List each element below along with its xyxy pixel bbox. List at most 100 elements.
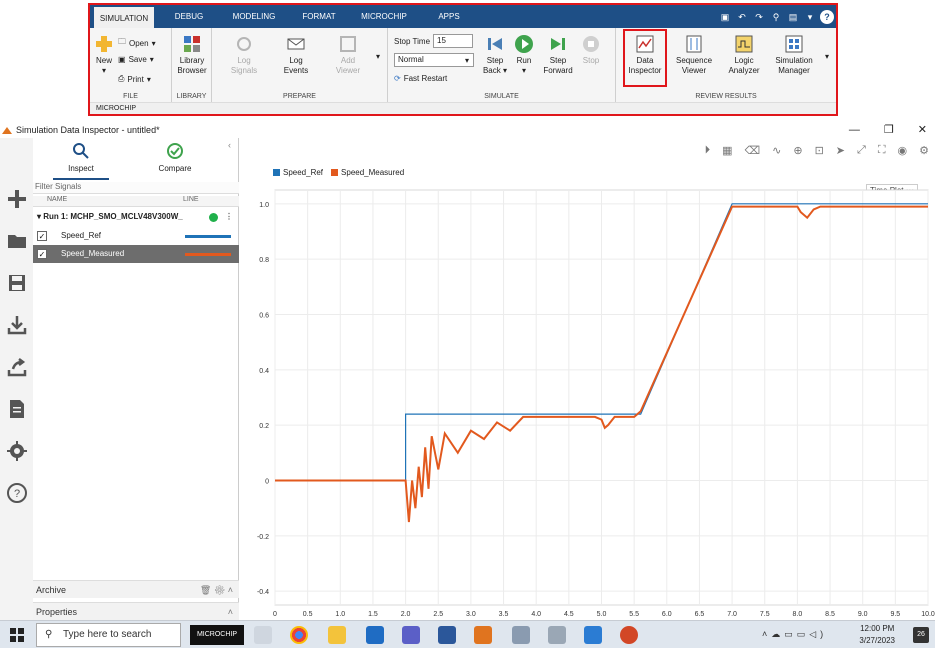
signal-checkbox[interactable]: ✓ xyxy=(37,231,47,241)
add-viewer-button[interactable]: Add Viewer xyxy=(328,34,368,76)
review-expand-icon[interactable]: ▾ xyxy=(822,52,832,62)
x-tick-label: 2.0 xyxy=(401,611,411,618)
folder-icon[interactable] xyxy=(6,230,28,252)
archive-bar[interactable]: Archive 🗑 ⚙ ˄ xyxy=(33,580,239,598)
y-tick-label: 1.0 xyxy=(259,202,269,209)
active-tab-underline xyxy=(53,178,109,180)
save-icon[interactable] xyxy=(6,272,28,294)
signal-row[interactable]: ✓ Speed_Measured xyxy=(33,245,239,263)
run-label: Run xyxy=(516,56,532,65)
sequence-viewer-button[interactable]: Sequence Viewer xyxy=(672,34,716,76)
app-icon[interactable] xyxy=(512,626,530,644)
logic-analyzer-button[interactable]: Logic Analyzer xyxy=(722,34,766,76)
signal-checkbox[interactable]: ✓ xyxy=(37,249,47,259)
layout-icon[interactable]: ▤ xyxy=(786,10,800,24)
restore-icon[interactable]: ❐ xyxy=(884,122,894,138)
system-tray-icons[interactable]: ˄☁▭▭◁) xyxy=(762,629,827,640)
line-style-swatch[interactable] xyxy=(185,253,231,256)
x-tick-label: 5.0 xyxy=(597,611,607,618)
collapse-panel-icon[interactable]: ‹ xyxy=(228,140,231,150)
undo-icon[interactable]: ↶ xyxy=(735,10,749,24)
chrome-icon[interactable] xyxy=(290,626,308,644)
file-explorer-icon[interactable] xyxy=(328,626,346,644)
chevron-down-icon: ▾ xyxy=(149,55,154,64)
taskbar-search-input[interactable]: ⚲ Type here to search xyxy=(36,623,181,647)
log-signals-icon xyxy=(237,37,251,51)
simulation-manager-label: Simulation Manager xyxy=(775,56,813,75)
import-icon[interactable] xyxy=(6,314,28,336)
app-icon[interactable] xyxy=(548,626,566,644)
save-button[interactable]: ▣ Save ▾ xyxy=(118,55,154,64)
library-browser-button[interactable]: Library Browser xyxy=(175,34,209,76)
close-icon[interactable]: ✕ xyxy=(918,122,927,138)
simulation-mode-select[interactable]: Normal ▾ xyxy=(394,53,474,67)
run-menu-icon[interactable]: ⋮ xyxy=(225,209,233,225)
tab-format[interactable]: FORMAT xyxy=(294,5,344,28)
properties-bar[interactable]: Properties ˄ xyxy=(33,602,239,620)
tab-apps[interactable]: APPS xyxy=(424,5,474,28)
open-button[interactable]: 🗀 Open ▾ xyxy=(118,36,156,50)
simulate-section-title: SIMULATE xyxy=(484,93,519,100)
stop-time-label: Stop Time xyxy=(394,36,431,46)
column-name-header[interactable]: NAME xyxy=(47,196,67,203)
x-tick-label: 9.5 xyxy=(890,611,900,618)
tab-microchip[interactable]: MICROCHIP xyxy=(354,5,414,28)
minimize-icon[interactable]: — xyxy=(849,122,860,138)
tab-debug[interactable]: DEBUG xyxy=(164,5,214,28)
archive-actions-icon[interactable]: 🗑 ⚙ ˄ xyxy=(200,581,233,599)
vscode-icon[interactable] xyxy=(584,626,602,644)
log-events-button[interactable]: Log Events xyxy=(276,34,316,76)
windows-start-icon[interactable] xyxy=(10,628,24,642)
simulation-manager-icon xyxy=(785,35,803,53)
tab-inspect[interactable]: Inspect xyxy=(41,142,121,173)
print-button[interactable]: ⎙ Print ▾ xyxy=(118,74,151,84)
add-icon[interactable] xyxy=(6,188,28,210)
signal-row[interactable]: ✓ Speed_Ref xyxy=(33,227,239,245)
expand-icon[interactable]: ˄ xyxy=(228,603,233,621)
word-icon[interactable] xyxy=(438,626,456,644)
teams-icon[interactable] xyxy=(402,626,420,644)
microchip-logo[interactable]: MICROCHIP xyxy=(190,625,244,645)
collapse-caret-icon[interactable]: ▾ xyxy=(37,212,41,221)
stop-button[interactable]: Stop xyxy=(578,34,604,66)
column-line-header[interactable]: LINE xyxy=(183,196,199,203)
help-icon[interactable]: ? xyxy=(820,9,834,24)
x-tick-label: 5.5 xyxy=(629,611,639,618)
simulation-manager-button[interactable]: Simulation Manager xyxy=(770,34,818,76)
matlab-icon[interactable] xyxy=(474,626,492,644)
prepare-section-title: PREPARE xyxy=(283,93,316,100)
line-style-swatch[interactable] xyxy=(185,235,231,238)
new-button[interactable]: New ▾ xyxy=(94,34,114,76)
prepare-expand-icon[interactable]: ▾ xyxy=(372,52,384,62)
export-icon[interactable] xyxy=(6,356,28,378)
run-button[interactable]: Run ▾ xyxy=(512,34,536,76)
report-icon[interactable] xyxy=(6,398,28,420)
library-section-title: LIBRARY xyxy=(176,93,207,100)
step-back-button[interactable]: Step Back ▾ xyxy=(480,34,510,76)
outlook-icon[interactable] xyxy=(366,626,384,644)
clock[interactable]: 12:00 PM 3/27/2023 xyxy=(859,623,895,647)
floppy-icon: ▣ xyxy=(118,55,126,64)
chevron-down-icon[interactable]: ▾ xyxy=(803,10,817,24)
task-view-icon[interactable] xyxy=(254,626,272,644)
search-quick-icon[interactable]: ⚲ xyxy=(769,10,783,24)
time-plot-chart[interactable]: -0.4 -0.2 0 0.2 0.4 0.6 0.8 1.0 0 0.5 1.0 1.5 2.0 2.5… xyxy=(240,138,935,620)
step-forward-button[interactable]: Step Forward xyxy=(540,34,576,76)
window-title: Simulation Data Inspector - untitled* xyxy=(0,122,935,138)
tab-modeling[interactable]: MODELING xyxy=(224,5,284,28)
printer-icon: ⎙ xyxy=(118,74,125,83)
help-icon[interactable]: ? xyxy=(6,482,28,504)
tab-compare[interactable]: Compare xyxy=(135,142,215,173)
tab-simulation[interactable]: SIMULATION xyxy=(94,5,154,28)
redo-icon[interactable]: ↷ xyxy=(752,10,766,24)
settings-gear-icon[interactable] xyxy=(6,440,28,462)
data-inspector-button[interactable]: Data Inspector xyxy=(623,29,667,87)
run-row[interactable]: ▾ Run 1: MCHP_SMO_MCLV48V300W_ ⋮ xyxy=(33,209,239,225)
save-quick-icon[interactable]: ▣ xyxy=(718,10,732,24)
notification-badge[interactable]: 26 xyxy=(913,627,929,643)
stop-time-input[interactable]: 15 xyxy=(433,34,474,48)
powerpoint-icon[interactable] xyxy=(620,626,638,644)
fast-restart-button[interactable]: ⟳ Fast Restart xyxy=(394,74,447,83)
filter-signals-input[interactable]: Filter Signals xyxy=(33,182,239,194)
log-signals-button[interactable]: Log Signals xyxy=(224,34,264,76)
